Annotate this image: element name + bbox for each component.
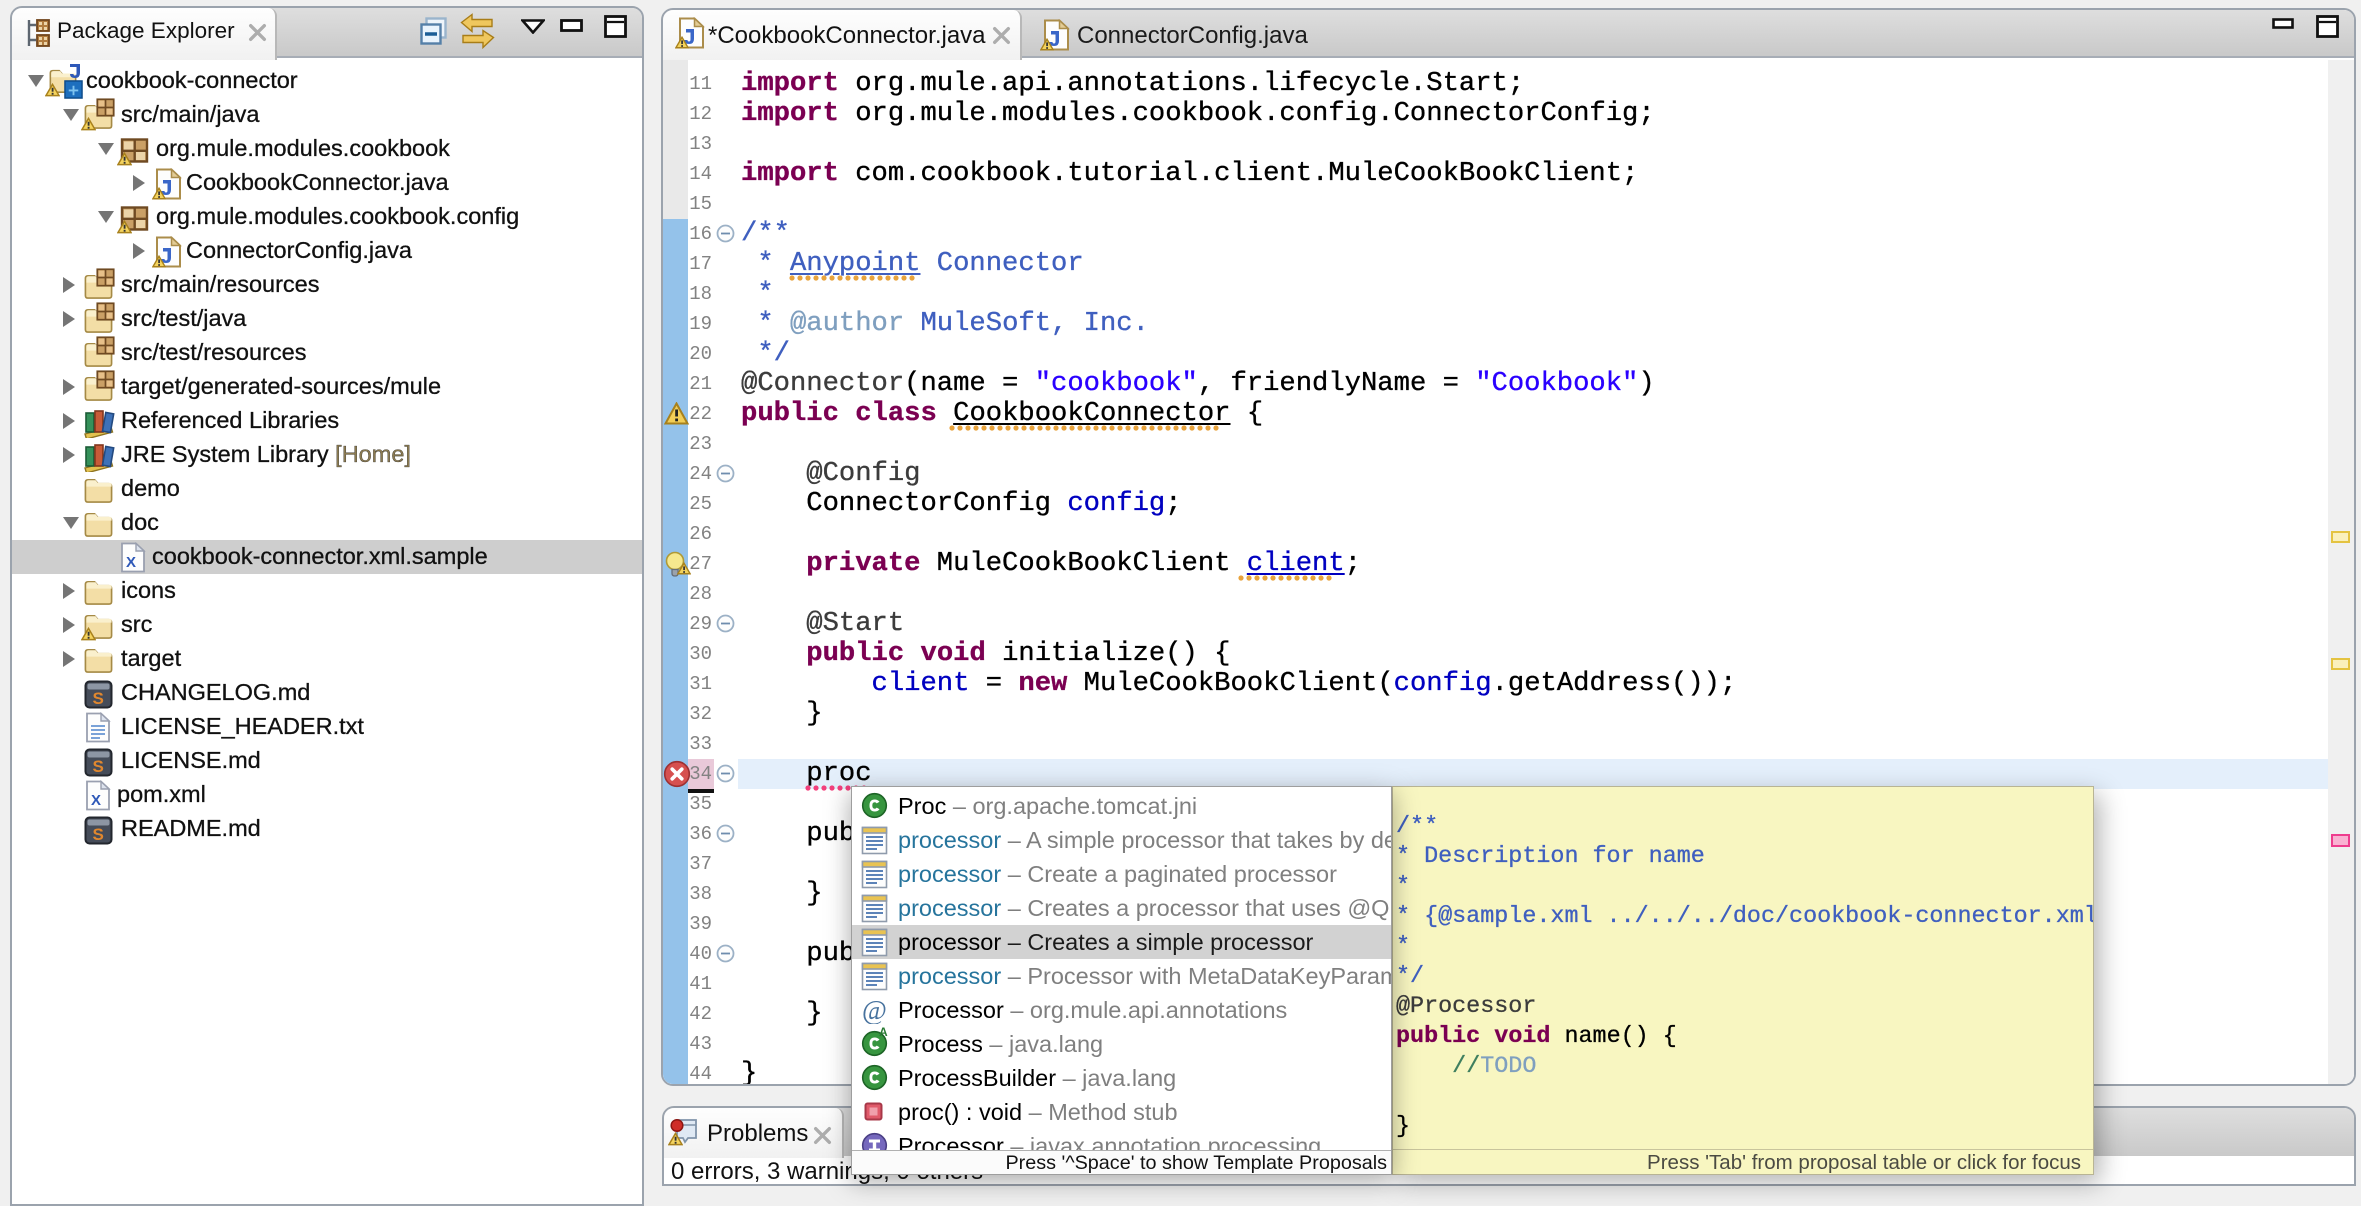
svg-text:@: @	[862, 996, 887, 1024]
svg-text:X: X	[126, 554, 136, 571]
svg-text:S: S	[93, 757, 104, 776]
svg-text:S: S	[93, 825, 104, 844]
svg-text:S: S	[93, 689, 104, 708]
svg-text:X: X	[91, 792, 101, 809]
svg-text:A: A	[879, 1025, 888, 1038]
